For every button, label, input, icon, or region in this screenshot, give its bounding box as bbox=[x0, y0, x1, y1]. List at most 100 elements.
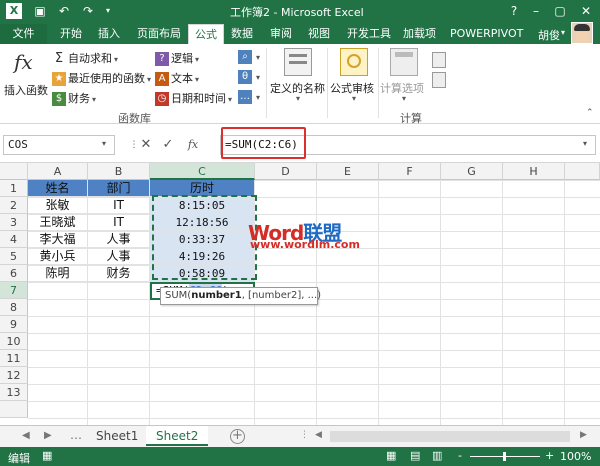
page-break-view-icon[interactable]: ▥ bbox=[432, 449, 442, 462]
page-layout-view-icon[interactable]: ▤ bbox=[410, 449, 420, 462]
cancel-icon[interactable]: ✕ bbox=[138, 137, 154, 153]
collapse-ribbon-icon[interactable]: ⌃ bbox=[586, 108, 594, 118]
zoom-level[interactable]: 100% bbox=[560, 450, 591, 463]
cell-b5[interactable]: 人事 bbox=[88, 248, 150, 265]
cell-c1[interactable]: 历时 bbox=[150, 180, 255, 197]
enter-icon[interactable]: ✓ bbox=[160, 137, 176, 153]
calculate-now-icon[interactable] bbox=[432, 52, 446, 68]
insert-function-button[interactable]: fx 插入函数 bbox=[4, 50, 48, 106]
cell-b1[interactable]: 部门 bbox=[88, 180, 150, 197]
cell-b2[interactable]: IT bbox=[88, 197, 150, 214]
row-header[interactable]: 11 bbox=[0, 350, 28, 367]
sheet-more-icon[interactable]: … bbox=[70, 428, 82, 442]
cell-c3[interactable]: 12:18:56 bbox=[150, 214, 255, 231]
zoom-out-button[interactable]: - bbox=[458, 449, 462, 462]
zoom-slider-thumb[interactable] bbox=[503, 452, 506, 461]
tab-page-layout[interactable]: 页面布局 bbox=[131, 24, 187, 44]
cell-b4[interactable]: 人事 bbox=[88, 231, 150, 248]
defined-names-button[interactable]: 定义的名称 ▾ bbox=[270, 48, 326, 106]
lookup-button[interactable]: ⌕ ▾ bbox=[238, 50, 260, 64]
tab-file[interactable]: 文件 bbox=[0, 24, 47, 44]
sheet-prev-icon[interactable]: ◀ bbox=[22, 430, 30, 441]
cell-a1[interactable]: 姓名 bbox=[28, 180, 88, 197]
row-header[interactable]: 10 bbox=[0, 333, 28, 350]
name-box-dropdown-icon[interactable]: ▾ bbox=[102, 139, 106, 148]
recent-functions-button[interactable]: ★ 最近使用的函数 ▾ bbox=[52, 70, 151, 86]
tab-developer[interactable]: 开发工具 bbox=[341, 24, 397, 44]
column-header-a[interactable]: A bbox=[28, 163, 88, 180]
user-name[interactable]: 胡俊 bbox=[538, 27, 560, 43]
tab-data[interactable]: 数据 bbox=[225, 24, 259, 44]
cell-a5[interactable]: 黄小兵 bbox=[28, 248, 88, 265]
more-functions-button[interactable]: … ▾ bbox=[238, 90, 260, 104]
row-header[interactable]: 12 bbox=[0, 367, 28, 384]
cell-b3[interactable]: IT bbox=[88, 214, 150, 231]
scroll-left-icon[interactable]: ◀ bbox=[315, 430, 322, 440]
financial-button[interactable]: $ 财务 ▾ bbox=[52, 90, 96, 106]
row-header-active[interactable]: 7 bbox=[0, 282, 28, 299]
sheet-tab-sheet1[interactable]: Sheet1 bbox=[86, 426, 148, 446]
row-header[interactable]: 2 bbox=[0, 197, 28, 214]
user-dropdown-icon[interactable]: ▾ bbox=[561, 28, 565, 37]
row-header[interactable]: 4 bbox=[0, 231, 28, 248]
calculate-sheet-icon[interactable] bbox=[432, 72, 446, 88]
customize-qat-icon[interactable]: ▾ bbox=[100, 3, 116, 19]
tooltip-current-arg[interactable]: number1 bbox=[191, 290, 242, 301]
redo-icon[interactable]: ↷ bbox=[80, 3, 96, 19]
sheet-tab-sheet2[interactable]: Sheet2 bbox=[146, 426, 209, 446]
restore-button[interactable]: ▢ bbox=[549, 2, 571, 20]
insert-function-icon[interactable]: fx bbox=[185, 137, 201, 153]
row-header[interactable]: 1 bbox=[0, 180, 28, 197]
close-button[interactable]: ✕ bbox=[575, 2, 597, 20]
help-button[interactable]: ? bbox=[503, 2, 525, 20]
name-box[interactable]: COS bbox=[3, 135, 115, 155]
avatar[interactable] bbox=[571, 22, 593, 44]
macro-record-icon[interactable]: ▦ bbox=[42, 449, 52, 462]
tab-addins[interactable]: 加载项 bbox=[397, 24, 442, 44]
cell-a4[interactable]: 李大福 bbox=[28, 231, 88, 248]
expand-formula-bar-icon[interactable]: ▾ bbox=[583, 139, 587, 148]
row-header[interactable]: 3 bbox=[0, 214, 28, 231]
row-header[interactable] bbox=[0, 401, 28, 418]
cell-c6[interactable]: 0:58:09 bbox=[150, 265, 255, 282]
formula-auditing-button[interactable]: 公式审核 ▾ bbox=[330, 48, 378, 106]
datetime-button[interactable]: ◷ 日期和时间 ▾ bbox=[155, 90, 232, 106]
save-icon[interactable]: ▣ bbox=[32, 3, 48, 19]
cell-c2[interactable]: 8:15:05 bbox=[150, 197, 255, 214]
cell-b6[interactable]: 财务 bbox=[88, 265, 150, 282]
normal-view-icon[interactable]: ▦ bbox=[386, 449, 396, 462]
cell-a3[interactable]: 王晓斌 bbox=[28, 214, 88, 231]
undo-icon[interactable]: ↶ bbox=[56, 3, 72, 19]
column-header-c[interactable]: C bbox=[150, 163, 255, 180]
autosum-button[interactable]: Σ 自动求和 ▾ bbox=[52, 50, 118, 66]
column-header-f[interactable]: F bbox=[379, 163, 441, 180]
row-header[interactable]: 8 bbox=[0, 299, 28, 316]
tab-home[interactable]: 开始 bbox=[54, 24, 88, 44]
row-header[interactable]: 6 bbox=[0, 265, 28, 282]
add-sheet-icon[interactable]: + bbox=[230, 429, 245, 444]
row-header[interactable]: 13 bbox=[0, 384, 28, 401]
column-header-d[interactable]: D bbox=[255, 163, 317, 180]
tab-review[interactable]: 审阅 bbox=[264, 24, 298, 44]
sheet-next-icon[interactable]: ▶ bbox=[44, 430, 52, 441]
tab-view[interactable]: 视图 bbox=[302, 24, 336, 44]
row-header[interactable]: 5 bbox=[0, 248, 28, 265]
scroll-right-icon[interactable]: ▶ bbox=[580, 430, 587, 440]
column-header-e[interactable]: E bbox=[317, 163, 379, 180]
zoom-in-button[interactable]: + bbox=[545, 449, 554, 462]
tab-insert[interactable]: 插入 bbox=[92, 24, 126, 44]
tab-formulas[interactable]: 公式 bbox=[188, 24, 224, 44]
column-header-b[interactable]: B bbox=[88, 163, 150, 180]
select-all-corner[interactable] bbox=[0, 163, 28, 180]
minimize-button[interactable]: – bbox=[525, 2, 547, 20]
text-button[interactable]: A 文本 ▾ bbox=[155, 70, 199, 86]
calculation-options-button[interactable]: 计算选项 ▾ bbox=[380, 48, 428, 106]
math-button[interactable]: θ ▾ bbox=[238, 70, 260, 84]
cell-a6[interactable]: 陈明 bbox=[28, 265, 88, 282]
tab-scroll-icon[interactable]: ⋮ bbox=[300, 430, 309, 440]
column-header-g[interactable]: G bbox=[441, 163, 503, 180]
cell-a2[interactable]: 张敏 bbox=[28, 197, 88, 214]
tab-powerpivot[interactable]: POWERPIVOT bbox=[444, 24, 529, 44]
column-header-h[interactable]: H bbox=[503, 163, 565, 180]
row-header[interactable]: 9 bbox=[0, 316, 28, 333]
